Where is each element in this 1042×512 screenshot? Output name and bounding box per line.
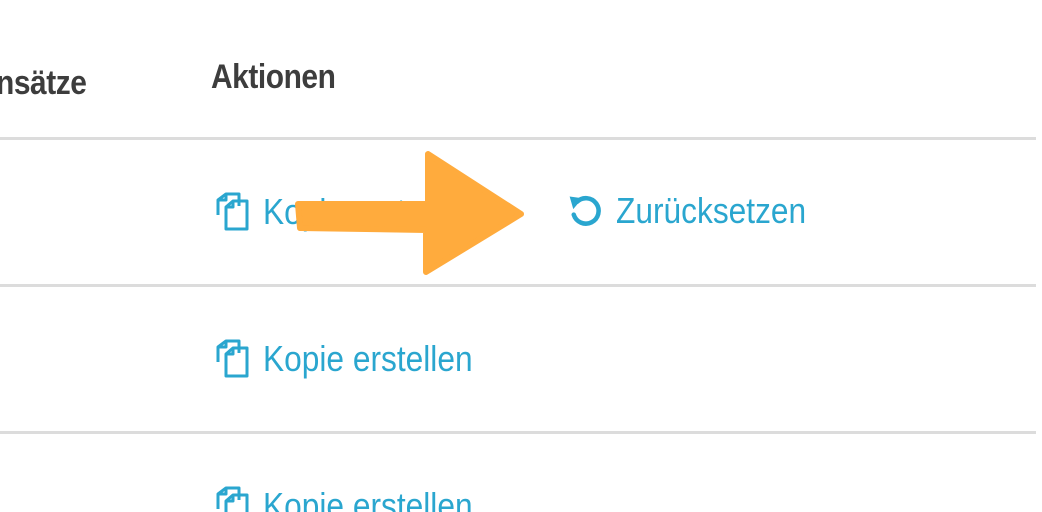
reset-icon	[569, 195, 601, 226]
reset-button-label: Zurücksetzen	[616, 190, 807, 231]
column-header-actions: Aktionen	[211, 58, 336, 96]
reset-button[interactable]: Zurücksetzen	[566, 190, 832, 232]
annotation-arrow	[295, 151, 524, 275]
copy-icon	[216, 192, 249, 231]
row-divider	[0, 137, 1036, 140]
row-divider	[0, 284, 1036, 287]
copy-button-label: Kopie erstellen	[263, 338, 473, 379]
copy-button[interactable]: Kopie erstellen	[209, 337, 501, 381]
copy-button-label: Kopie erstellen	[263, 485, 473, 512]
column-header-saetze: nsätze	[0, 64, 87, 102]
copy-button[interactable]: Kopie erstellen	[209, 190, 501, 234]
copy-button[interactable]: Kopie erstellen	[209, 484, 501, 512]
copy-icon	[216, 339, 249, 378]
copy-icon	[216, 486, 249, 512]
row-divider	[0, 431, 1036, 434]
copy-button-label: Kopie erstellen	[263, 191, 473, 232]
